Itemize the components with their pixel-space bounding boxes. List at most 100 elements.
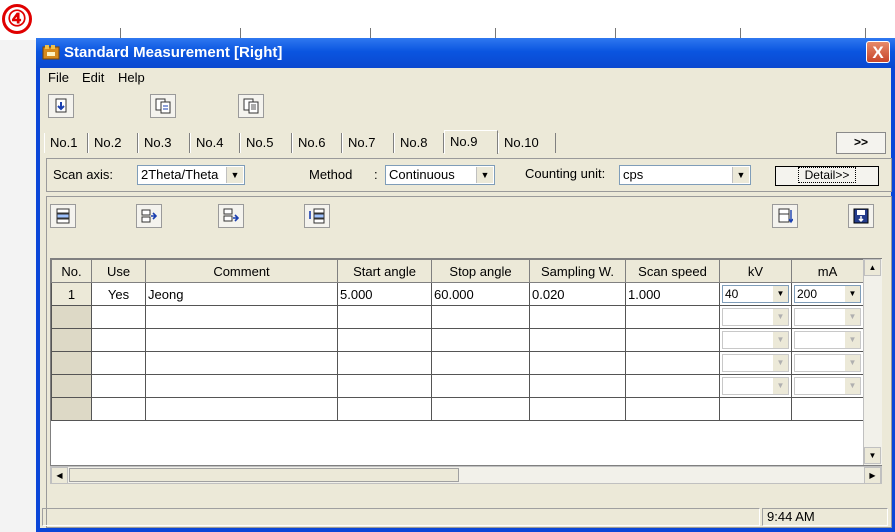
start-angle-cell[interactable]: 5.000 <box>337 282 432 306</box>
use-cell[interactable] <box>91 374 146 398</box>
open-button[interactable] <box>48 94 74 118</box>
title-bar[interactable]: Standard Measurement [Right] X <box>36 38 895 68</box>
stop-angle-cell[interactable] <box>431 351 530 375</box>
vertical-scrollbar[interactable]: ▲ ▼ <box>863 259 882 465</box>
method-select[interactable]: Continuous ▼ <box>385 165 495 185</box>
tab-no-1[interactable]: No.1 <box>44 133 88 153</box>
menu-edit[interactable]: Edit <box>82 70 104 85</box>
copy-button[interactable] <box>150 94 176 118</box>
scan-speed-cell[interactable] <box>625 374 720 398</box>
scan-speed-cell[interactable] <box>625 351 720 375</box>
sampling-width-cell[interactable] <box>529 328 626 352</box>
ma-cell[interactable] <box>791 397 864 421</box>
close-button[interactable]: X <box>866 41 890 63</box>
comment-cell[interactable] <box>145 374 338 398</box>
ma-select[interactable]: ▼ <box>794 308 861 326</box>
ma-select[interactable]: ▼ <box>794 354 861 372</box>
row-header[interactable] <box>51 305 92 329</box>
ma-select[interactable]: ▼ <box>794 331 861 349</box>
scan-speed-cell[interactable] <box>625 397 720 421</box>
scan-speed-cell[interactable]: 1.000 <box>625 282 720 306</box>
paste-button[interactable] <box>238 94 264 118</box>
scan-speed-cell[interactable] <box>625 305 720 329</box>
menu-file[interactable]: File <box>48 70 69 85</box>
use-cell[interactable] <box>91 328 146 352</box>
tab-no-2[interactable]: No.2 <box>88 133 138 153</box>
comment-cell[interactable] <box>145 397 338 421</box>
tab-no-4[interactable]: No.4 <box>190 133 240 153</box>
kv-select[interactable]: ▼ <box>722 354 789 372</box>
insert-row-button[interactable] <box>50 204 76 228</box>
kv-select[interactable]: ▼ <box>722 377 789 395</box>
tab-no-9[interactable]: No.9 <box>444 130 498 154</box>
tab-no-5[interactable]: No.5 <box>240 133 292 153</box>
kv-cell[interactable]: 40 ▼ <box>719 282 792 306</box>
align-bottom-button[interactable] <box>772 204 798 228</box>
kv-cell[interactable] <box>719 397 792 421</box>
tab-no-6[interactable]: No.6 <box>292 133 342 153</box>
stop-angle-cell[interactable] <box>431 374 530 398</box>
sampling-width-cell[interactable] <box>529 305 626 329</box>
scan-axis-select[interactable]: 2Theta/Theta ▼ <box>137 165 245 185</box>
kv-cell[interactable]: ▼ <box>719 305 792 329</box>
col-ma[interactable]: mA <box>791 259 864 283</box>
start-angle-cell[interactable] <box>337 328 432 352</box>
detail-button[interactable]: Detail>> <box>775 166 879 186</box>
start-angle-cell[interactable] <box>337 351 432 375</box>
start-angle-cell[interactable] <box>337 305 432 329</box>
start-angle-cell[interactable] <box>337 374 432 398</box>
col-stop-angle[interactable]: Stop angle <box>431 259 530 283</box>
comment-cell[interactable]: Jeong <box>145 282 338 306</box>
tab-no-8[interactable]: No.8 <box>394 133 444 153</box>
stop-angle-cell[interactable]: 60.000 <box>431 282 530 306</box>
comment-cell[interactable] <box>145 351 338 375</box>
stop-angle-cell[interactable] <box>431 328 530 352</box>
use-cell[interactable] <box>91 397 146 421</box>
scroll-up-button[interactable]: ▲ <box>864 259 881 276</box>
scroll-right-button[interactable]: ▶ <box>864 467 881 484</box>
row-number[interactable]: 1 <box>51 282 92 306</box>
kv-select[interactable]: ▼ <box>722 308 789 326</box>
tab-no-7[interactable]: No.7 <box>342 133 394 153</box>
move-row-right-button[interactable] <box>136 204 162 228</box>
move-row-down-button[interactable] <box>304 204 330 228</box>
row-header[interactable] <box>51 374 92 398</box>
col-start-angle[interactable]: Start angle <box>337 259 432 283</box>
row-header[interactable] <box>51 328 92 352</box>
sampling-width-cell[interactable]: 0.020 <box>529 282 626 306</box>
row-header[interactable] <box>51 397 92 421</box>
scroll-down-button[interactable]: ▼ <box>864 447 881 464</box>
counting-unit-select[interactable]: cps ▼ <box>619 165 751 185</box>
scan-speed-cell[interactable] <box>625 328 720 352</box>
save-button[interactable] <box>848 204 874 228</box>
col-scan-speed[interactable]: Scan speed <box>625 259 720 283</box>
ma-cell[interactable]: ▼ <box>791 374 864 398</box>
sampling-width-cell[interactable] <box>529 351 626 375</box>
ma-select[interactable]: 200 ▼ <box>794 285 861 303</box>
comment-cell[interactable] <box>145 328 338 352</box>
horizontal-scrollbar[interactable]: ◀ ▶ <box>50 466 882 484</box>
ma-cell[interactable]: ▼ <box>791 328 864 352</box>
kv-cell[interactable]: ▼ <box>719 374 792 398</box>
col-use[interactable]: Use <box>91 259 146 283</box>
horizontal-scroll-thumb[interactable] <box>69 468 459 482</box>
use-cell[interactable] <box>91 351 146 375</box>
menu-help[interactable]: Help <box>118 70 145 85</box>
col-no[interactable]: No. <box>51 259 92 283</box>
sampling-width-cell[interactable] <box>529 397 626 421</box>
stop-angle-cell[interactable] <box>431 305 530 329</box>
tab-scroll-right-button[interactable]: >> <box>836 132 886 154</box>
stop-angle-cell[interactable] <box>431 397 530 421</box>
tab-no-10[interactable]: No.10 <box>498 133 556 153</box>
copy-row-button[interactable] <box>218 204 244 228</box>
col-sampling-width[interactable]: Sampling W. <box>529 259 626 283</box>
scroll-left-button[interactable]: ◀ <box>51 467 68 484</box>
ma-cell[interactable]: ▼ <box>791 305 864 329</box>
comment-cell[interactable] <box>145 305 338 329</box>
kv-cell[interactable]: ▼ <box>719 351 792 375</box>
kv-select[interactable]: ▼ <box>722 331 789 349</box>
kv-select[interactable]: 40 ▼ <box>722 285 789 303</box>
start-angle-cell[interactable] <box>337 397 432 421</box>
ma-cell[interactable]: ▼ <box>791 351 864 375</box>
ma-select[interactable]: ▼ <box>794 377 861 395</box>
